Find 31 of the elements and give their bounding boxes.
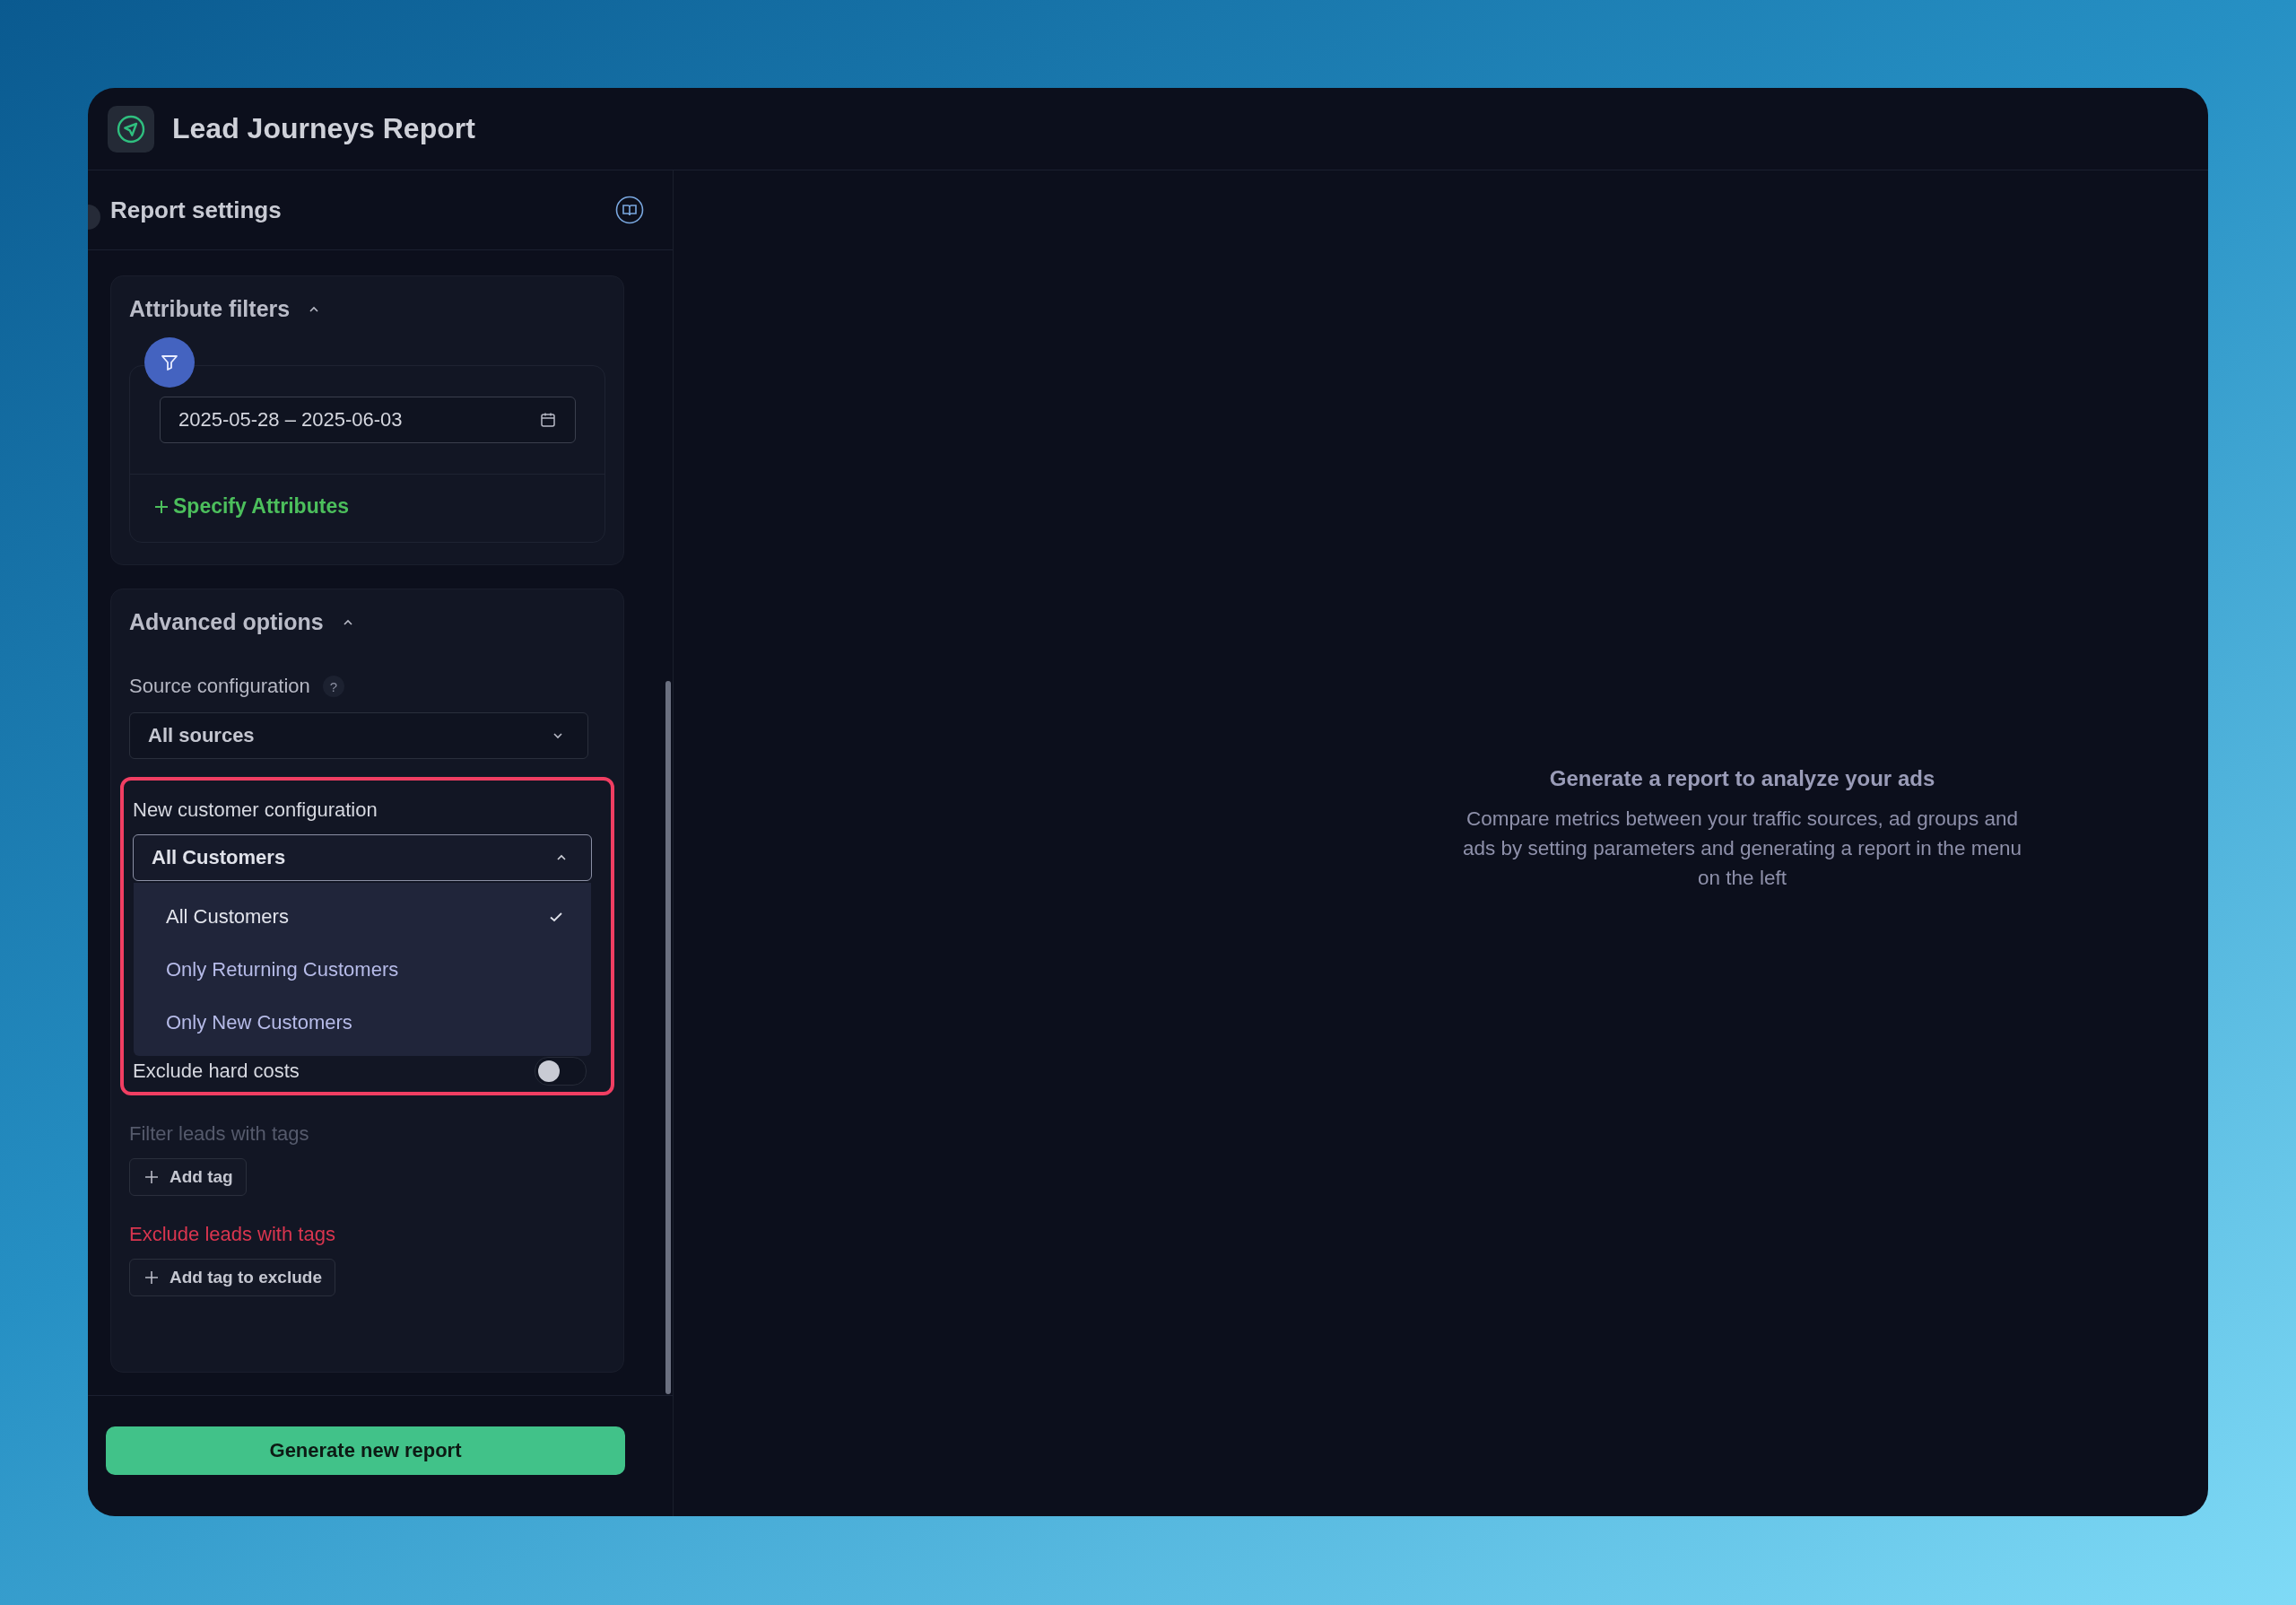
field-label: Filter leads with tags bbox=[129, 1122, 310, 1146]
panel-title: Report settings bbox=[110, 196, 282, 224]
add-exclude-tag-button[interactable]: Add tag to exclude bbox=[129, 1259, 335, 1296]
scrollbar-thumb[interactable] bbox=[665, 681, 671, 1394]
field-label: Source configuration bbox=[129, 675, 310, 698]
help-badge[interactable]: ? bbox=[322, 676, 344, 697]
specify-attributes-link[interactable]: Specify Attributes bbox=[130, 475, 372, 542]
logo-icon bbox=[108, 105, 154, 153]
customer-select[interactable]: All Customers bbox=[133, 834, 592, 881]
plus-icon bbox=[144, 1270, 159, 1285]
funnel-icon bbox=[144, 337, 195, 388]
dropdown-option[interactable]: Only Returning Customers bbox=[134, 943, 591, 996]
plus-icon bbox=[153, 498, 170, 515]
section-title: Advanced options bbox=[129, 609, 324, 635]
book-icon[interactable] bbox=[615, 196, 644, 224]
dropdown-option[interactable]: All Customers bbox=[134, 890, 591, 943]
section-title: Attribute filters bbox=[129, 296, 291, 322]
window-title: Lead Journeys Report bbox=[172, 112, 475, 145]
plus-icon bbox=[144, 1170, 159, 1184]
calendar-icon bbox=[539, 411, 557, 429]
empty-state-text: Compare metrics between your traffic sources, ad groups and ads by setting parameters and generating a report in the menu on the left bbox=[1462, 807, 2022, 891]
add-tag-button[interactable]: Add tag bbox=[129, 1158, 247, 1196]
source-select[interactable]: All sources bbox=[129, 712, 588, 759]
date-range-field[interactable]: 2025-05-28 – 2025-06-03 bbox=[160, 397, 576, 443]
toggle-switch[interactable] bbox=[535, 1057, 587, 1086]
field-label: New customer configuration bbox=[133, 798, 378, 822]
empty-state-title: Generate a report to analyze your ads bbox=[1549, 766, 1935, 791]
toggle-label: Exclude hard costs bbox=[133, 1060, 300, 1083]
dropdown-option[interactable]: Only New Customers bbox=[134, 996, 591, 1049]
field-label: Exclude leads with tags bbox=[129, 1223, 336, 1246]
generate-report-button[interactable]: Generate new report bbox=[106, 1426, 625, 1475]
